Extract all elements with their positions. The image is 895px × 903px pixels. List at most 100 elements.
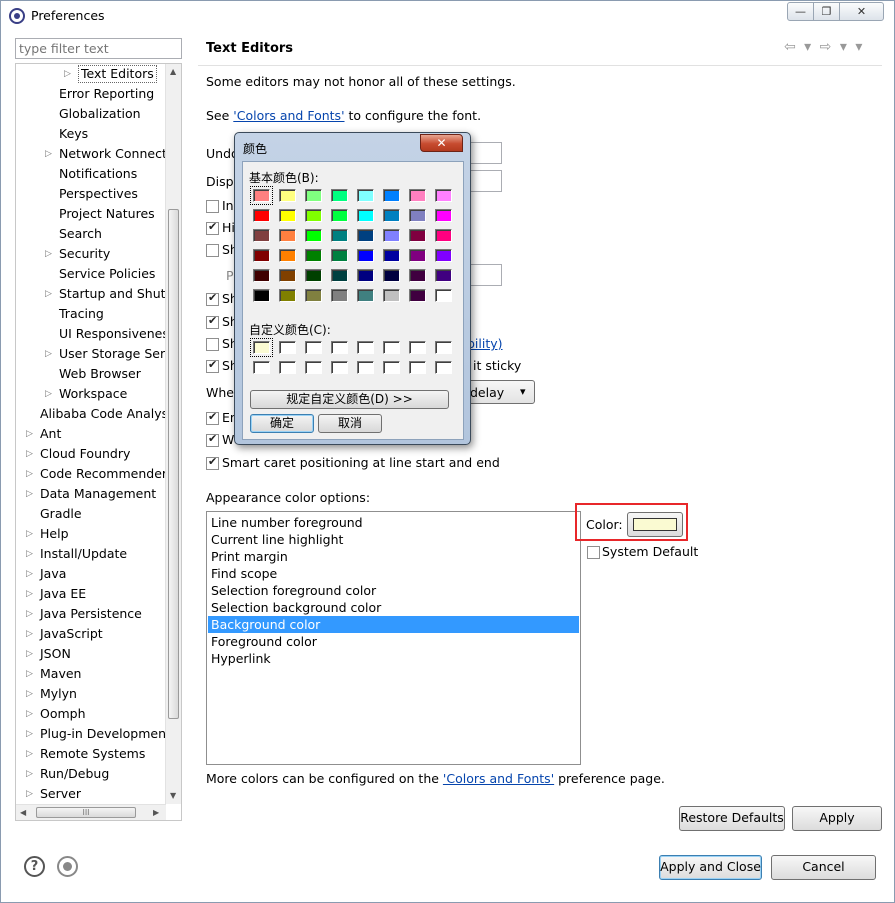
apply-and-close-button[interactable]: Apply and Close [659, 855, 762, 880]
list-item[interactable]: Foreground color [208, 633, 579, 650]
system-default-checkbox[interactable] [587, 546, 600, 559]
basic-color-swatch[interactable] [331, 269, 348, 282]
custom-color-swatch[interactable] [409, 341, 426, 354]
cancel-button[interactable]: Cancel [771, 855, 876, 880]
configure-visibility-link[interactable]: bility) [467, 336, 503, 351]
basic-color-swatch[interactable] [250, 186, 273, 205]
tree-item[interactable]: Search [16, 224, 166, 244]
tree-vertical-scroll-thumb[interactable] [168, 209, 179, 719]
show-range-indicator-checkbox[interactable] [206, 314, 219, 329]
expand-triangle-icon[interactable]: ▷ [26, 784, 33, 804]
tree-item[interactable]: ▷ Security [16, 244, 166, 264]
show-whitespace-checkbox[interactable] [206, 338, 219, 351]
list-item[interactable]: Line number foreground [208, 514, 579, 531]
basic-color-swatch[interactable] [409, 209, 426, 222]
define-custom-colors-button[interactable]: 规定自定义颜色(D) >> [250, 390, 449, 409]
highlight-line-checkbox[interactable] [206, 220, 219, 235]
tree-item[interactable]: Alibaba Code Analysis [16, 404, 178, 424]
filter-input[interactable] [15, 38, 182, 59]
custom-color-swatch[interactable] [250, 338, 273, 357]
custom-color-swatch[interactable] [331, 341, 348, 354]
expand-triangle-icon[interactable]: ▷ [26, 524, 33, 544]
basic-color-swatch[interactable] [435, 189, 452, 202]
expand-triangle-icon[interactable]: ▷ [26, 564, 33, 584]
custom-color-swatch[interactable] [383, 361, 400, 374]
scroll-left-icon[interactable]: ◀ [20, 808, 26, 817]
insert-spaces-checkbox[interactable] [206, 200, 219, 213]
record-macro-icon[interactable] [57, 856, 78, 877]
tree-item[interactable]: ▷ Run/Debug [16, 764, 166, 784]
custom-color-swatch[interactable] [435, 361, 452, 374]
tree-item[interactable]: ▷ Plug-in Development [16, 724, 171, 744]
tree-item[interactable]: ▷ Text Editors [16, 64, 166, 84]
basic-color-swatch[interactable] [435, 229, 452, 242]
basic-color-swatch[interactable] [383, 289, 400, 302]
tree-item[interactable]: ▷ JavaScript [16, 624, 166, 644]
tree-item[interactable]: Service Policies [16, 264, 166, 284]
basic-color-swatch[interactable] [331, 209, 348, 222]
expand-triangle-icon[interactable]: ▷ [26, 644, 33, 664]
basic-color-swatch[interactable] [331, 249, 348, 262]
tree-item[interactable]: ▷ Startup and Shutdown [16, 284, 181, 304]
custom-color-swatch[interactable] [253, 361, 270, 374]
basic-color-swatch[interactable] [331, 229, 348, 242]
list-item[interactable]: Current line highlight [208, 531, 579, 548]
basic-color-swatch[interactable] [305, 249, 322, 262]
maximize-button[interactable]: ❐ [813, 2, 840, 21]
basic-color-swatch[interactable] [357, 289, 374, 302]
tree-item[interactable]: ▷ Java [16, 564, 166, 584]
tree-item[interactable]: ▷ Install/Update [16, 544, 166, 564]
basic-color-swatch[interactable] [305, 229, 322, 242]
smart-caret-checkbox[interactable] [206, 455, 219, 470]
basic-color-swatch[interactable] [409, 189, 426, 202]
expand-triangle-icon[interactable]: ▷ [26, 744, 33, 764]
custom-color-swatch[interactable] [279, 361, 296, 374]
dialog-cancel-button[interactable]: 取消 [318, 414, 382, 433]
tree-item[interactable]: ▷ Help [16, 524, 166, 544]
basic-color-swatch[interactable] [409, 229, 426, 242]
tree-horizontal-scroll-thumb[interactable]: III [36, 807, 136, 818]
basic-color-swatch[interactable] [305, 209, 322, 222]
minimize-button[interactable]: — [787, 2, 814, 21]
basic-color-swatch[interactable] [409, 289, 426, 302]
tree-item[interactable]: ▷ User Storage Service [16, 344, 181, 364]
basic-color-swatch[interactable] [409, 249, 426, 262]
tree-item[interactable]: ▷ JSON [16, 644, 166, 664]
expand-triangle-icon[interactable]: ▷ [45, 384, 52, 404]
tree-item[interactable]: ▷ Server [16, 784, 166, 804]
expand-triangle-icon[interactable]: ▷ [26, 464, 33, 484]
tree-item[interactable]: Web Browser [16, 364, 166, 384]
basic-color-swatch[interactable] [357, 249, 374, 262]
expand-triangle-icon[interactable]: ▷ [26, 424, 33, 444]
show-print-margin-checkbox[interactable] [206, 244, 219, 257]
custom-color-swatch[interactable] [331, 361, 348, 374]
tree-item[interactable]: Notifications [16, 164, 166, 184]
basic-color-swatch[interactable] [435, 249, 452, 262]
expand-triangle-icon[interactable]: ▷ [26, 604, 33, 624]
basic-color-swatch[interactable] [331, 189, 348, 202]
custom-color-swatch[interactable] [409, 361, 426, 374]
tree-vertical-scrollbar[interactable]: ▲ ▼ [165, 64, 181, 804]
basic-color-swatch[interactable] [279, 189, 296, 202]
close-button[interactable]: ✕ [839, 2, 884, 21]
tree-item[interactable]: ▷ Network Connections [16, 144, 181, 164]
tree-item[interactable]: Tracing [16, 304, 166, 324]
basic-color-swatch[interactable] [409, 269, 426, 282]
tree-item[interactable]: UI Responsiveness [16, 324, 175, 344]
tree-item[interactable]: ▷ Java EE [16, 584, 166, 604]
basic-color-swatch[interactable] [279, 269, 296, 282]
tree-item[interactable]: ▷ Oomph [16, 704, 166, 724]
scroll-up-icon[interactable]: ▲ [170, 67, 176, 76]
tree-item[interactable]: ▷ Workspace [16, 384, 166, 404]
tree-item[interactable]: Project Natures [16, 204, 166, 224]
custom-color-swatch[interactable] [305, 341, 322, 354]
list-item[interactable]: Selection background color [208, 599, 579, 616]
expand-triangle-icon[interactable]: ▷ [45, 244, 52, 264]
enable-drag-drop-checkbox[interactable] [206, 410, 219, 425]
expand-triangle-icon[interactable]: ▷ [26, 544, 33, 564]
basic-color-swatch[interactable] [357, 209, 374, 222]
show-line-numbers-checkbox[interactable] [206, 291, 219, 306]
basic-color-swatch[interactable] [253, 289, 270, 302]
expand-triangle-icon[interactable]: ▷ [26, 704, 33, 724]
ok-button[interactable]: 确定 [250, 414, 314, 433]
